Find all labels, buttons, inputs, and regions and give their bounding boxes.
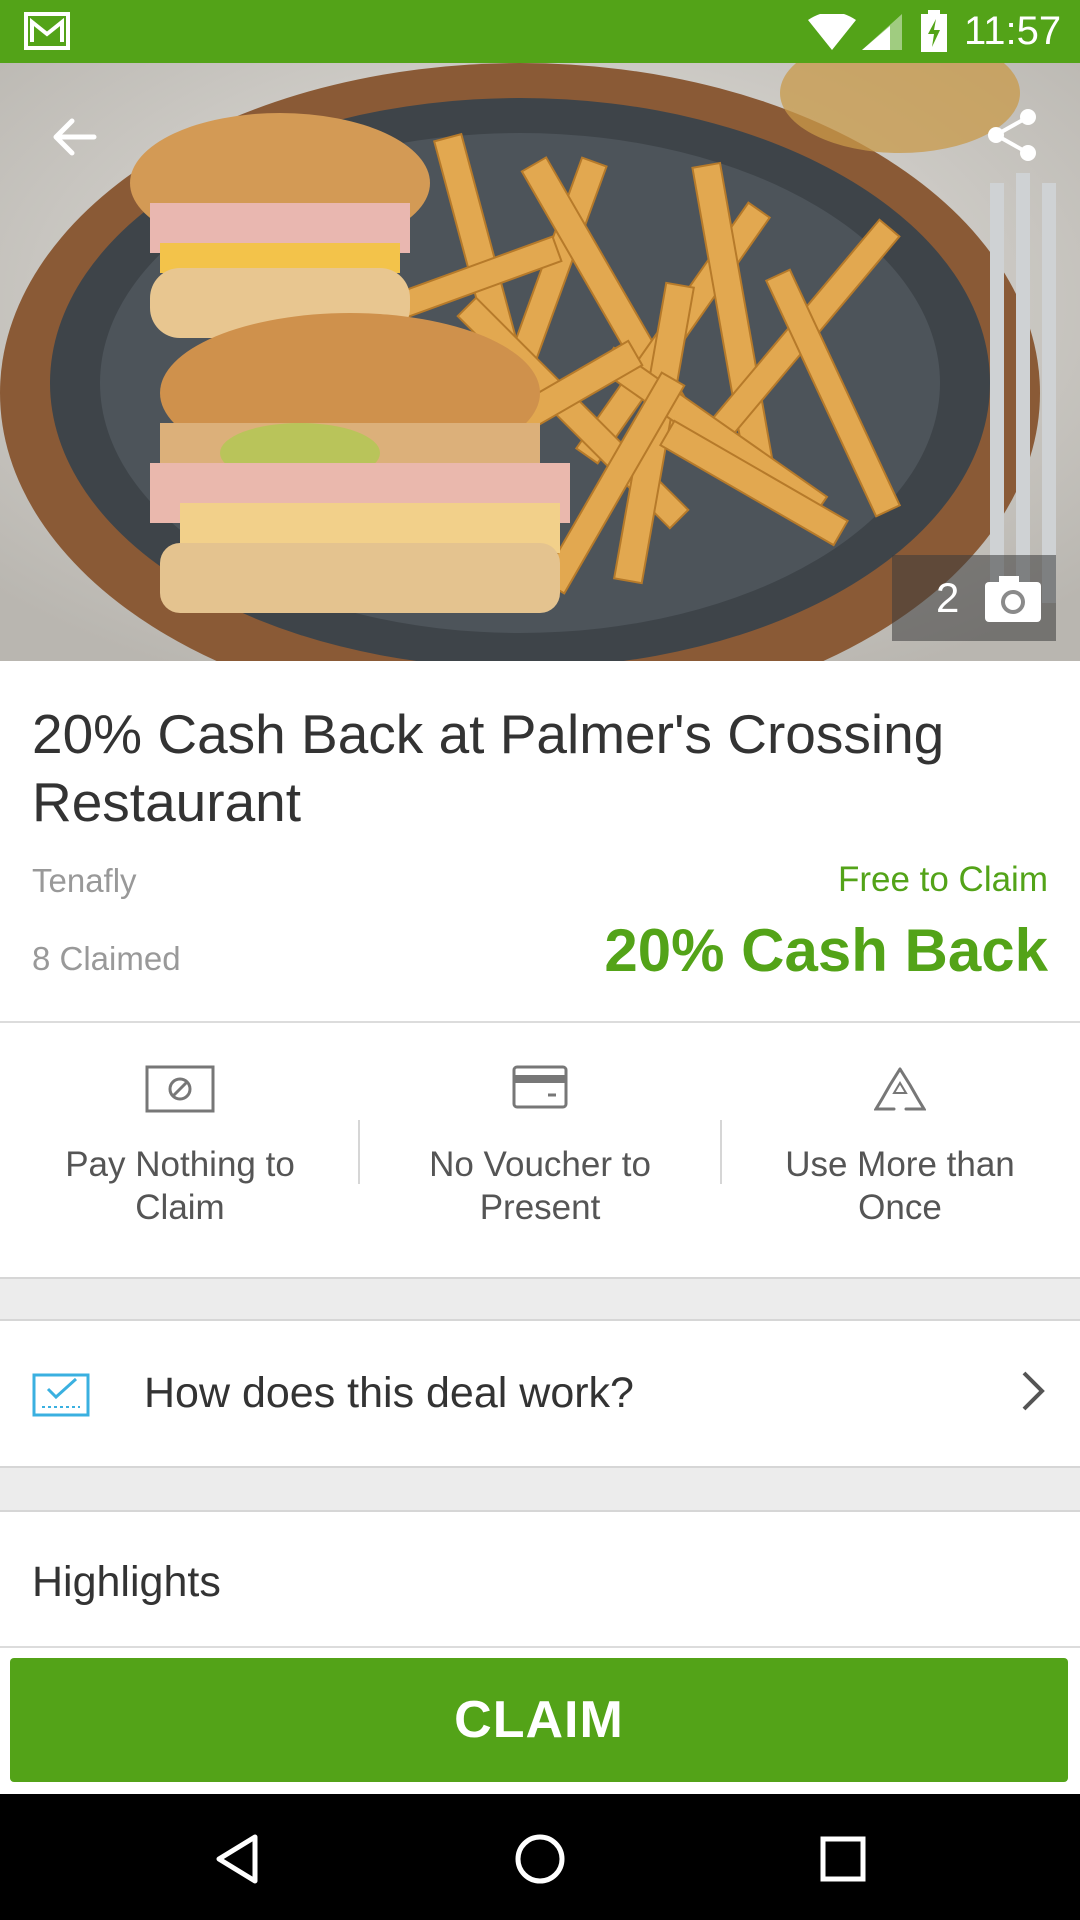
how-deal-works-label: How does this deal work? <box>144 1369 634 1417</box>
share-button[interactable] <box>976 99 1048 171</box>
system-nav-bar <box>0 1794 1080 1920</box>
claimed-count: 8 Claimed <box>32 940 181 977</box>
battery-charging-icon <box>921 10 947 52</box>
claim-button[interactable]: CLAIM <box>10 1658 1068 1782</box>
photo-count: 2 <box>936 574 960 621</box>
recycle-icon <box>874 1067 926 1111</box>
share-icon <box>988 109 1036 161</box>
clock: 11:57 <box>964 9 1062 53</box>
cash-back-amount: 20% Cash Back <box>604 917 1048 984</box>
section-spacer <box>0 1277 1080 1321</box>
checklist-icon <box>32 1373 90 1417</box>
deal-title: 20% Cash Back at Palmer's Crossing Resta… <box>32 703 945 833</box>
nav-home-icon <box>515 1834 565 1884</box>
highlights-heading: Highlights <box>32 1558 221 1606</box>
camera-icon <box>985 576 1042 622</box>
feature-no-voucher: No Voucher to Present <box>360 1023 720 1277</box>
chevron-right-icon <box>1022 1371 1045 1411</box>
deal-features: Pay Nothing to Claim No Voucher to Prese… <box>0 1023 1080 1277</box>
nav-home-button[interactable] <box>505 1824 575 1894</box>
nav-back-button[interactable] <box>202 1824 272 1894</box>
feature-divider <box>358 1120 360 1184</box>
photo-gallery-button[interactable]: 2 <box>892 555 1056 641</box>
deal-hero-image: 2 <box>0 63 1080 661</box>
nav-back-icon <box>216 1834 258 1884</box>
wifi-icon <box>808 14 856 50</box>
nav-recents-button[interactable] <box>808 1824 878 1894</box>
feature-use-more: Use More than Once <box>720 1023 1080 1277</box>
feature-label: Pay Nothing to Claim <box>65 1145 295 1227</box>
free-to-claim-label: Free to Claim <box>837 860 1048 899</box>
how-deal-works-row[interactable]: How does this deal work? <box>0 1321 1080 1466</box>
feature-label: Use More than Once <box>785 1145 1015 1227</box>
no-payment-icon <box>145 1065 215 1113</box>
back-arrow-icon <box>53 118 97 156</box>
feature-divider <box>720 1120 722 1184</box>
signal-icon <box>862 14 902 50</box>
back-button[interactable] <box>40 103 108 171</box>
deal-location: Tenafly <box>32 862 137 899</box>
section-spacer <box>0 1466 1080 1512</box>
feature-label: No Voucher to Present <box>429 1145 651 1227</box>
credit-card-icon <box>512 1065 568 1109</box>
feature-pay-nothing: Pay Nothing to Claim <box>0 1023 360 1277</box>
gmail-icon <box>24 12 70 50</box>
status-bar: 11:57 <box>0 0 1080 63</box>
nav-recents-icon <box>820 1836 866 1882</box>
claim-bar: CLAIM <box>0 1646 1080 1794</box>
